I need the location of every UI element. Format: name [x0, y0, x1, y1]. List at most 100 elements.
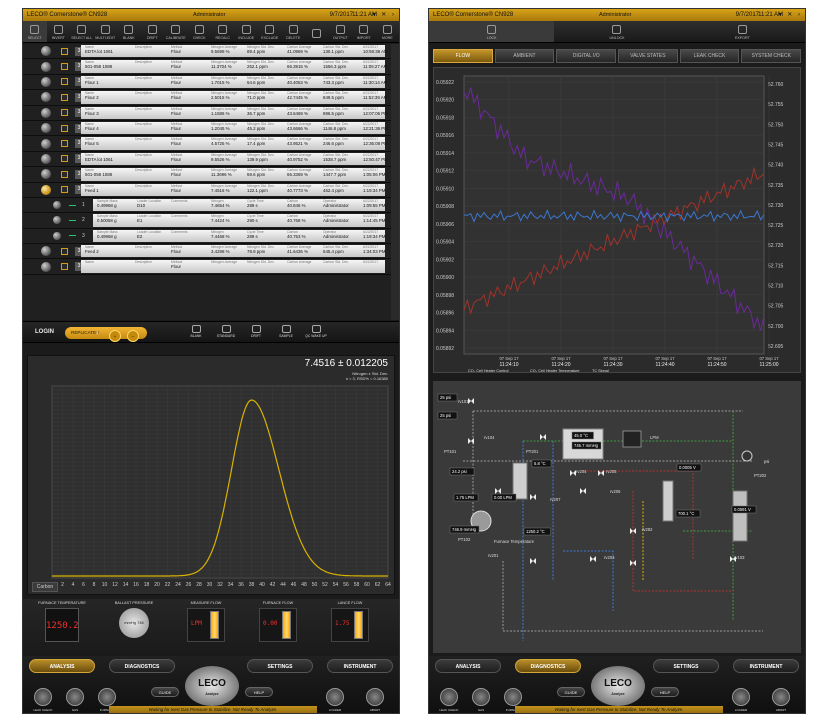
loader-icon[interactable]	[732, 688, 750, 706]
window-controls[interactable]: ▾ ✕ ›	[373, 9, 396, 21]
toolbar-button[interactable]: BLANK	[117, 21, 141, 42]
sample-list-scrollbar[interactable]	[391, 44, 399, 320]
tab-settings[interactable]: SETTINGS	[247, 659, 313, 673]
toolbar-button[interactable]: OUTPUT	[329, 21, 353, 42]
tab-analysis[interactable]: ANALYSIS	[29, 659, 95, 673]
sample-card[interactable]: Name Flour 1 Description Method Flour Nitroge…	[81, 75, 387, 89]
valve-icon[interactable]	[530, 494, 536, 500]
sample-checkbox[interactable]	[61, 186, 68, 194]
replicate-row[interactable]: 3 Sample Mass 0.49968 g Loader Location E2 Co…	[23, 229, 399, 245]
sample-row[interactable]: 3 Name Flour 4 Description Method Flour Nitrog…	[23, 121, 399, 137]
sample-row[interactable]: 3 Name Description Method Flour Nitrogen Aver…	[23, 259, 399, 275]
tab-flow[interactable]: FLOW	[433, 49, 493, 63]
tab-valve-states[interactable]: VALVE STATES	[618, 49, 678, 63]
window-controls[interactable]: ▾ ✕ ›	[779, 9, 802, 21]
login-label[interactable]: LOGIN	[35, 329, 54, 335]
sample-card[interactable]: Name EDTA lot 1061 Description Method Flour N…	[81, 152, 388, 166]
furnace-icon[interactable]	[504, 688, 522, 706]
toolbar-button[interactable]: LOCK	[429, 21, 555, 42]
sample-card[interactable]: Name 501-058 1088 Description Method Flour Ni…	[81, 60, 387, 73]
toolbar-button[interactable]: SELECT	[23, 21, 47, 42]
login-drift-button[interactable]: DRIFT	[243, 325, 269, 343]
tab-system-check[interactable]: SYSTEM CHECK	[741, 49, 802, 63]
sample-checkbox[interactable]	[61, 170, 68, 178]
tab-ambient[interactable]: AMBIENT	[494, 49, 555, 63]
toolbar-button[interactable]: EXCLUDE	[258, 21, 282, 42]
toolbar-button[interactable]: MULTI-EDIT	[94, 21, 118, 42]
replicate-card[interactable]: Sample Mass 0.49968 g Loader Location E2 Com…	[93, 229, 385, 243]
toolbar-button[interactable]: DRIFT	[141, 21, 165, 42]
leak-check-icon[interactable]	[440, 688, 458, 706]
loader-icon[interactable]	[326, 688, 344, 706]
sample-card[interactable]: Name Flour 5 Description Method Flour Nitroge…	[81, 137, 388, 150]
valve-icon[interactable]	[530, 558, 536, 564]
sample-checkbox[interactable]	[61, 155, 68, 163]
sample-card[interactable]: Name Feed 1 Description Method Flour Nitrogen…	[81, 183, 385, 196]
toolbar-button[interactable]: RECALC	[211, 21, 235, 42]
sample-card[interactable]: Name Flour 3 Description Method Flour Nitroge…	[81, 106, 388, 119]
toolbar-button[interactable]: CHECK	[188, 21, 212, 42]
sample-card[interactable]: Name Description Method Flour Nitrogen Avera…	[81, 260, 385, 273]
furnace-icon[interactable]	[98, 688, 116, 706]
tab-instrument[interactable]: INSTRUMENT	[327, 659, 393, 673]
sample-row[interactable]: 3 Name EDTA lot 1061 Description Method Flour…	[23, 44, 399, 60]
tab-digital-i-o[interactable]: DIGITAL I/O	[556, 49, 617, 63]
help-button[interactable]: HELP	[245, 687, 273, 697]
replicate-card[interactable]: Sample Mass 0.50058 g Loader Location E1 Com…	[93, 214, 385, 227]
sample-row[interactable]: 3 Name EDTA lot 1061 Description Method Flour…	[23, 152, 399, 168]
toolbar-button[interactable]	[305, 21, 329, 42]
sample-row[interactable]: 3 Name 501-058 1088 Description Method Flour N…	[23, 167, 399, 183]
valve-icon[interactable]	[580, 488, 586, 494]
toolbar-button[interactable]: SELECT ALL	[70, 21, 94, 42]
analyze-button[interactable]: LECO Analyze	[185, 666, 239, 706]
tab-leak-check[interactable]: LEAK CHECK	[679, 49, 740, 63]
toolbar-button[interactable]: INCLUDE	[235, 21, 259, 42]
analyze-button[interactable]: LECO Analyze	[591, 666, 645, 706]
sample-card[interactable]: Name Flour 2 Description Method Flour Nitroge…	[81, 91, 387, 104]
valve-icon[interactable]	[495, 488, 501, 494]
tab-instrument[interactable]: INSTRUMENT	[733, 659, 799, 673]
valve-icon[interactable]	[590, 556, 596, 562]
replicates-minus-button[interactable]: −	[127, 330, 139, 342]
toolbar-button[interactable]: INVERT	[47, 21, 71, 42]
sample-card[interactable]: Name EDTA lot 1061 Description Method Flour N…	[81, 45, 388, 58]
valve-icon[interactable]	[468, 438, 474, 444]
sample-row[interactable]: 3 Name Flour 1 Description Method Flour Nitrog…	[23, 75, 399, 91]
tab-diagnostics[interactable]: DIAGNOSTICS	[109, 659, 175, 673]
login-standard-button[interactable]: STANDARD	[213, 325, 239, 343]
sample-checkbox[interactable]	[61, 109, 68, 117]
help-button[interactable]: HELP	[651, 687, 679, 697]
abort-icon[interactable]	[772, 688, 790, 706]
toolbar-button[interactable]: IMPORT	[352, 21, 376, 42]
toolbar-button[interactable]: EXPORT	[680, 21, 805, 42]
gas-icon[interactable]	[472, 688, 490, 706]
replicate-card[interactable]: Sample Mass 0.49968 g Loader Location D10 Co…	[93, 198, 385, 212]
element-tab-carbon[interactable]: Carbon	[32, 582, 58, 592]
replicate-row[interactable]: 1 Sample Mass 0.49968 g Loader Location D10 C…	[23, 198, 399, 214]
sample-checkbox[interactable]	[61, 47, 68, 55]
sample-checkbox[interactable]	[61, 263, 68, 271]
toolbar-button[interactable]: UNLOCK	[554, 21, 679, 42]
valve-icon[interactable]	[540, 434, 546, 440]
tab-analysis[interactable]: ANALYSIS	[435, 659, 501, 673]
sample-checkbox[interactable]	[61, 78, 68, 86]
replicate-row[interactable]: 2 Sample Mass 0.50058 g Loader Location E1 Co…	[23, 213, 399, 229]
sample-card[interactable]: Name 501-058 1088 Description Method Flour Ni…	[81, 168, 385, 181]
sample-row[interactable]: 3 Name Flour 5 Description Method Flour Nitrog…	[23, 136, 399, 152]
sample-row[interactable]: 3 Name Flour 3 Description Method Flour Nitrog…	[23, 106, 399, 121]
sample-row[interactable]: 3 Name Feed 2 Description Method Flour Nitroge…	[23, 244, 399, 260]
abort-icon[interactable]	[366, 688, 384, 706]
sample-checkbox[interactable]	[61, 63, 68, 71]
sample-row[interactable]: 3 Name Feed 1 Description Method Flour Nitroge…	[23, 183, 399, 198]
sample-card[interactable]: Name Flour 4 Description Method Flour Nitroge…	[81, 121, 388, 135]
tab-diagnostics[interactable]: DIAGNOSTICS	[515, 659, 581, 673]
sample-checkbox[interactable]	[61, 93, 68, 101]
sample-row[interactable]: 3 Name 501-058 1088 Description Method Flour N…	[23, 59, 399, 75]
guide-button[interactable]: GUIDE	[151, 687, 179, 697]
toolbar-button[interactable]: MORE	[376, 21, 400, 42]
sample-checkbox[interactable]	[61, 124, 68, 132]
sample-checkbox[interactable]	[61, 247, 68, 255]
gas-icon[interactable]	[66, 688, 84, 706]
sample-row[interactable]: 3 Name Flour 2 Description Method Flour Nitrog…	[23, 90, 399, 106]
toolbar-button[interactable]: CALIBRATE	[164, 21, 188, 42]
